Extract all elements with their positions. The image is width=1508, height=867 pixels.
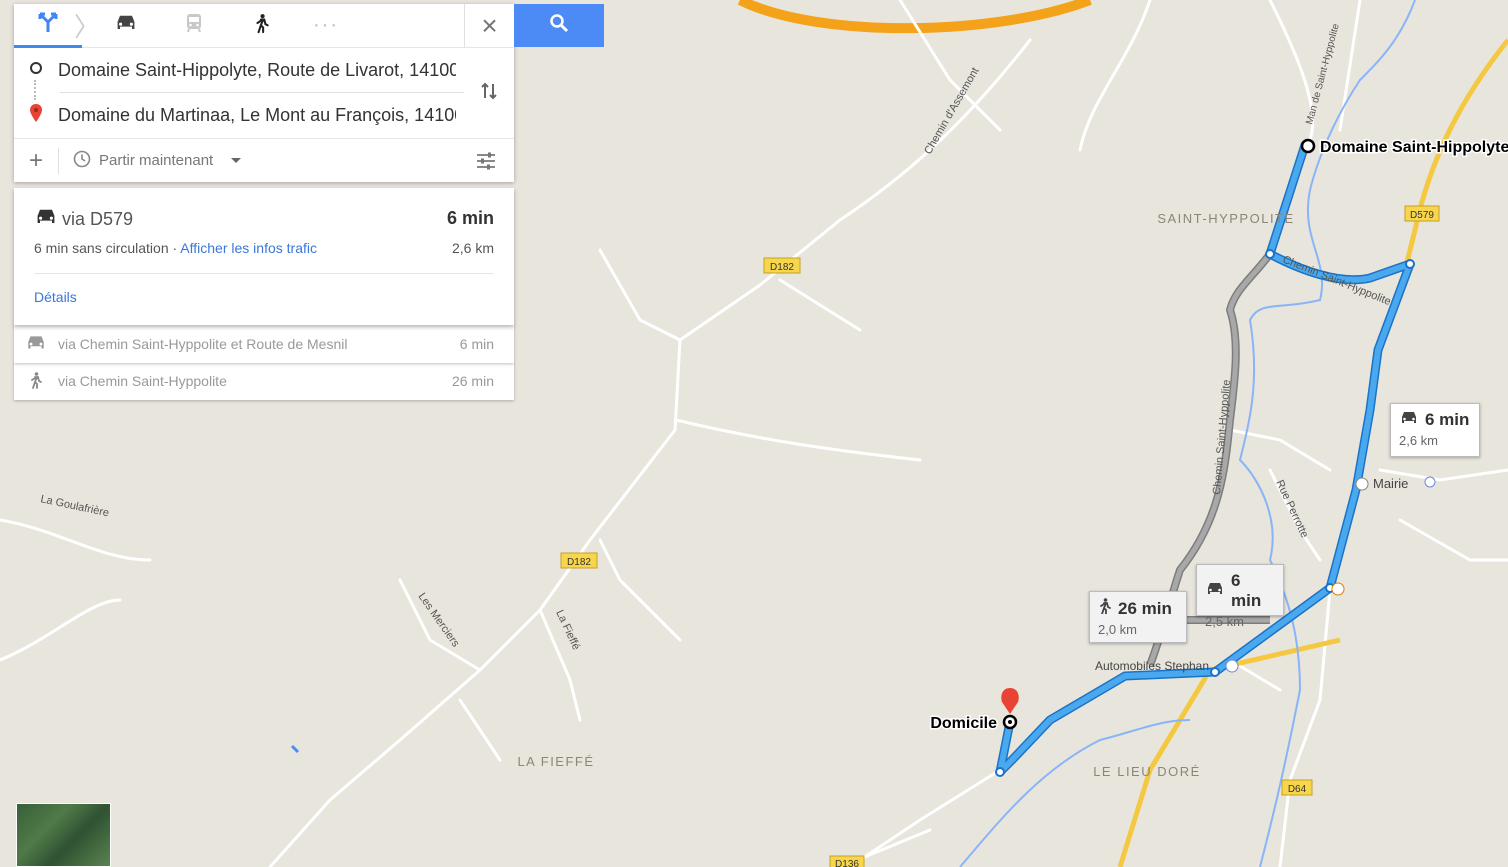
traffic-line: 6 min sans circulation · Afficher les in… <box>34 240 317 256</box>
shield-d136: D136 <box>835 859 859 867</box>
close-button[interactable]: × <box>464 4 514 48</box>
destination-row[interactable]: Domaine du Martinaa, Le Mont au François… <box>14 93 514 138</box>
area-label-la-fieffe: LA FIEFFÉ <box>517 754 594 769</box>
swap-icon <box>479 81 499 106</box>
swap-waypoints-button[interactable] <box>476 78 502 108</box>
directions-mode-button[interactable] <box>14 4 82 48</box>
satellite-toggle-button[interactable] <box>16 803 111 867</box>
sliders-icon <box>476 152 496 175</box>
callout-time: 6 min <box>1425 410 1470 429</box>
route-option-alt-1[interactable]: via Chemin Saint-Hyppolite et Route de M… <box>14 325 514 363</box>
traffic-note: 6 min sans circulation <box>34 240 169 256</box>
route-time: 6 min <box>446 208 494 228</box>
destination-pin-icon <box>29 103 43 128</box>
area-label-saint-hyppolite: SAINT-HYPPOLITE <box>1157 211 1294 226</box>
traffic-separator: · <box>168 240 181 256</box>
area-label-le-lieu-dore: LE LIEU DORÉ <box>1093 764 1201 779</box>
car-mode-button[interactable] <box>92 4 160 48</box>
walk-mode-button[interactable] <box>228 4 296 48</box>
poi-label-automobiles: Automobiles Stephan <box>1095 659 1209 673</box>
callout-time: 6 min <box>1231 571 1262 610</box>
poi-label-mairie: Mairie <box>1373 476 1408 491</box>
transit-mode-button[interactable] <box>160 4 228 48</box>
route-callout-alt-walk[interactable]: 26 min 2,0 km <box>1089 591 1187 643</box>
walk-icon <box>29 371 43 392</box>
close-icon: × <box>481 10 498 41</box>
route-option-selected[interactable]: via D579 6 min 6 min sans circulation · … <box>14 188 514 325</box>
callout-distance: 2,5 km <box>1205 614 1245 629</box>
destination-input[interactable]: Domaine du Martinaa, Le Mont au François… <box>58 105 456 126</box>
route-callout-alt-car[interactable]: 6 min 2,5 km <box>1196 564 1284 629</box>
travel-mode-bar: 〉 ··· × <box>14 4 514 48</box>
route-option-alt-2[interactable]: via Chemin Saint-Hyppolite 26 min <box>14 362 514 400</box>
depart-time-dropdown[interactable]: Partir maintenant <box>73 150 242 172</box>
callout-time: 26 min <box>1118 598 1172 618</box>
car-icon <box>1205 581 1225 601</box>
origin-row[interactable]: Domaine Saint-Hippolyte, Route de Livaro… <box>14 48 514 93</box>
route-options-button[interactable] <box>476 151 496 176</box>
shield-d579: D579 <box>1410 210 1434 221</box>
traffic-info-link[interactable]: Afficher les infos trafic <box>180 240 317 256</box>
search-button[interactable] <box>514 4 604 47</box>
route-via: via D579 <box>62 209 134 229</box>
shield-d182-b: D182 <box>567 557 591 568</box>
directions-icon <box>36 11 60 38</box>
origin-circle-icon <box>29 61 43 80</box>
origin-marker-label[interactable]: Domaine Saint-Hippolyte <box>1319 138 1508 158</box>
transit-icon <box>184 12 204 39</box>
alt-route-label: via Chemin Saint-Hyppolite et Route de M… <box>58 336 348 352</box>
callout-distance: 2,6 km <box>1399 433 1439 448</box>
route-callout-main[interactable]: 6 min 2,6 km <box>1390 403 1480 457</box>
depart-label: Partir maintenant <box>99 152 214 169</box>
shield-d182-a: D182 <box>770 262 794 273</box>
options-row: + Partir maintenant <box>14 138 514 182</box>
shield-d64: D64 <box>1288 784 1307 795</box>
alt-route-time: 6 min <box>459 336 494 352</box>
search-icon <box>549 13 569 38</box>
clock-icon <box>73 150 91 172</box>
origin-input[interactable]: Domaine Saint-Hippolyte, Route de Livaro… <box>58 60 456 81</box>
car-icon <box>25 335 47 354</box>
chevron-right-icon: 〉 <box>74 12 101 42</box>
chevron-down-icon <box>231 158 242 163</box>
walk-icon <box>254 12 270 39</box>
directions-panel: 〉 ··· × Domaine Saint-Hippolyte, Route d… <box>14 4 514 182</box>
more-modes-button[interactable]: ··· <box>296 14 356 37</box>
car-icon <box>1399 410 1419 430</box>
car-icon <box>114 14 138 37</box>
details-link[interactable]: Détails <box>34 289 77 305</box>
walk-icon <box>1098 598 1112 619</box>
alt-route-label: via Chemin Saint-Hyppolite <box>58 373 227 389</box>
car-icon <box>34 208 58 231</box>
alt-route-time: 26 min <box>451 373 494 389</box>
route-distance: 2,6 km <box>451 240 494 256</box>
destination-marker-label[interactable]: Domicile <box>929 714 999 734</box>
callout-distance: 2,0 km <box>1098 622 1138 637</box>
add-destination-button[interactable]: + <box>14 147 58 175</box>
